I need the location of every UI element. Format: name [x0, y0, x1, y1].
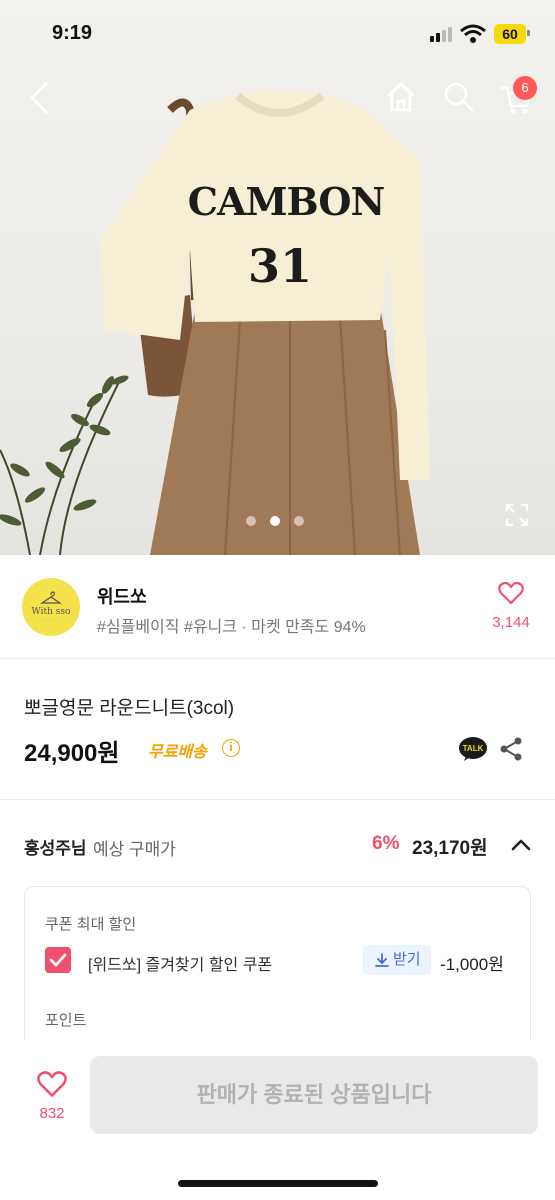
gallery-dot[interactable] [294, 516, 304, 526]
svg-text:TALK: TALK [463, 744, 484, 753]
shop-info-row[interactable]: With sso · · · · · 위드쏘 #심플베이직 #유니크 · 마켓 … [0, 555, 555, 659]
search-icon[interactable] [442, 80, 476, 114]
expand-icon[interactable] [504, 502, 530, 528]
product-like-button[interactable]: 832 [30, 1070, 74, 1122]
shop-logo-subtext: · · · · · [44, 617, 58, 624]
coupon-checkbox-checked[interactable] [45, 947, 71, 973]
kakao-talk-icon[interactable]: TALK [458, 736, 488, 762]
expected-price-label: 예상 구매가 [93, 840, 176, 859]
download-icon [375, 953, 389, 967]
sale-ended-button[interactable]: 판매가 종료된 상품입니다 [90, 1056, 538, 1134]
battery-indicator: 60 [494, 24, 526, 44]
coupon-name: [위드쏘] 즐겨찾기 할인 쿠폰 [88, 957, 273, 974]
free-shipping-label: 무료배송 [148, 744, 207, 761]
expected-price-value: 23,170원 [412, 838, 488, 859]
chevron-up-icon[interactable] [510, 836, 532, 854]
coupon-section-heading: 쿠폰 최대 할인 [45, 916, 137, 933]
point-section-heading: 포인트 [45, 1012, 87, 1029]
cellular-signal-icon [430, 27, 452, 42]
shop-like-count: 3,144 [492, 614, 530, 631]
product-price: 24,900원 [24, 740, 120, 767]
shop-logo-wordmark: With sso [31, 606, 71, 617]
svg-text:CAMBON: CAMBON [188, 179, 385, 224]
heart-outline-icon [37, 1071, 67, 1097]
status-bar: 9:19 60 [0, 22, 555, 48]
svg-text:31: 31 [248, 239, 312, 293]
expected-discount-percent: 6% [372, 833, 400, 854]
heart-outline-icon [498, 581, 524, 605]
coupon-amount: -1,000원 [440, 955, 504, 974]
bottom-action-bar: 832 판매가 종료된 상품입니다 [0, 1040, 555, 1200]
product-info: 뽀글영문 라운드니트(3col) 24,900원 무료배송 i TALK [0, 660, 555, 800]
shop-name[interactable]: 위드쏘 [97, 583, 147, 609]
coupon-download-button[interactable]: 받기 [363, 945, 431, 975]
battery-nub [527, 30, 530, 36]
cart-count-badge: 6 [513, 76, 537, 100]
shop-logo[interactable]: With sso · · · · · [22, 578, 80, 636]
shop-tags-satisfaction: #심플베이직 #유니크 · 마켓 만족도 94% [97, 619, 366, 636]
gallery-dot-active[interactable] [270, 516, 280, 526]
expected-price-user: 홍성주님 [24, 839, 87, 858]
home-indicator[interactable] [178, 1180, 378, 1187]
status-time: 9:19 [52, 22, 93, 44]
product-title: 뽀글영문 라운드니트(3col) [24, 698, 235, 719]
gallery-pagination [246, 516, 304, 528]
product-image-gallery[interactable]: CAMBON 31 9:19 60 6 [0, 0, 555, 555]
share-icon[interactable] [499, 736, 523, 762]
wifi-icon [460, 24, 486, 43]
home-icon[interactable] [384, 80, 418, 114]
expected-price-row[interactable]: 홍성주님 예상 구매가 6% 23,170원 [0, 800, 555, 888]
hanger-icon [40, 590, 62, 604]
shop-like-button[interactable]: 3,144 [488, 581, 534, 631]
coupon-download-label: 받기 [393, 951, 421, 968]
gallery-dot[interactable] [246, 516, 256, 526]
discount-breakdown-panel: 쿠폰 최대 할인 [위드쏘] 즐겨찾기 할인 쿠폰 받기 -1,000원 포인트 [24, 886, 531, 1066]
back-chevron-icon[interactable] [24, 80, 56, 116]
info-icon[interactable]: i [222, 739, 240, 757]
product-like-count: 832 [39, 1105, 65, 1122]
